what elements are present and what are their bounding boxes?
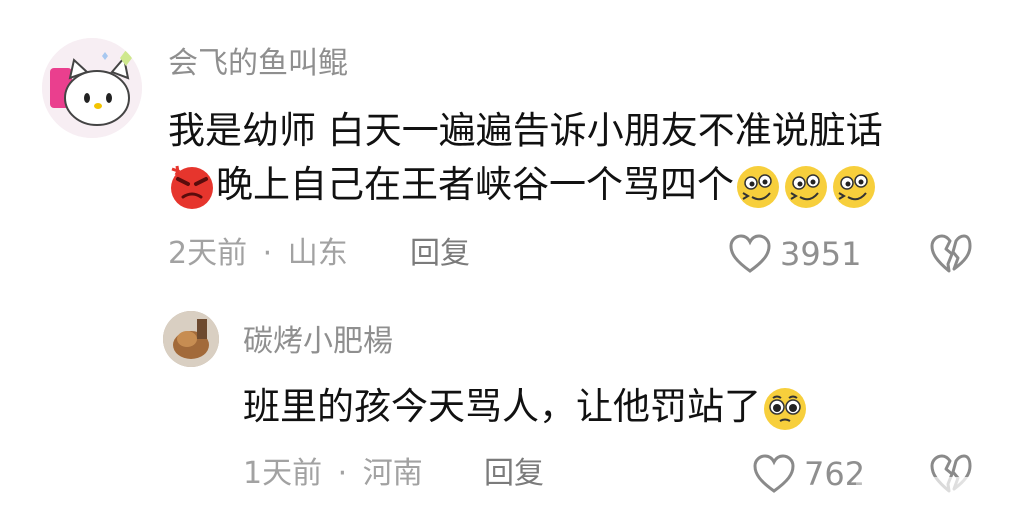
pleading-face-icon: [764, 387, 806, 430]
hello-kitty-avatar-icon: [42, 38, 142, 138]
reply-location: 河南: [362, 456, 423, 491]
broken-heart-icon: [930, 234, 972, 273]
avatar[interactable]: [42, 38, 142, 138]
angry-face-icon: [171, 165, 213, 209]
reply-text-content: 班里的孩今天骂人，让他罚站了: [243, 385, 761, 428]
comment-location: 山东: [287, 236, 348, 271]
avatar[interactable]: [163, 311, 219, 367]
meta-separator: ·: [337, 456, 348, 491]
reply-username[interactable]: 碳烤小肥楊: [243, 324, 393, 360]
dislike-button[interactable]: [930, 234, 972, 278]
like-button[interactable]: 3951: [728, 234, 861, 274]
reply-time: 1天前: [243, 456, 323, 491]
heart-icon: [729, 234, 771, 273]
like-count: 3951: [780, 235, 862, 273]
food-photo-avatar-icon: [163, 311, 219, 367]
comment-time: 2天前: [168, 236, 248, 271]
comment-username[interactable]: 会飞的鱼叫鲲: [168, 46, 348, 82]
comment-text-line-2: 晚上自己在王者峡谷一个骂四个: [168, 161, 878, 211]
reply-button[interactable]: 回复: [484, 456, 544, 492]
dizzy-smile-emoji-icon: [833, 165, 875, 208]
heart-icon: [753, 454, 795, 493]
comment-text-line-2-text: 晚上自己在王者峡谷一个骂四个: [216, 163, 734, 206]
watermark-overlay: [856, 477, 1024, 524]
reply-button[interactable]: 回复: [410, 236, 470, 272]
comment-meta: 2天前 · 山东: [168, 236, 348, 272]
like-button[interactable]: 762: [752, 454, 865, 494]
comment-text-line-1: 我是幼师 白天一遍遍告诉小朋友不准说脏话: [168, 109, 883, 152]
dizzy-smile-emoji-icon: [737, 165, 779, 208]
dizzy-smile-emoji-icon: [785, 165, 827, 208]
reply-meta: 1天前 · 河南: [243, 456, 423, 492]
meta-separator: ·: [262, 236, 273, 271]
reply-text: 班里的孩今天骂人，让他罚站了: [243, 383, 809, 433]
